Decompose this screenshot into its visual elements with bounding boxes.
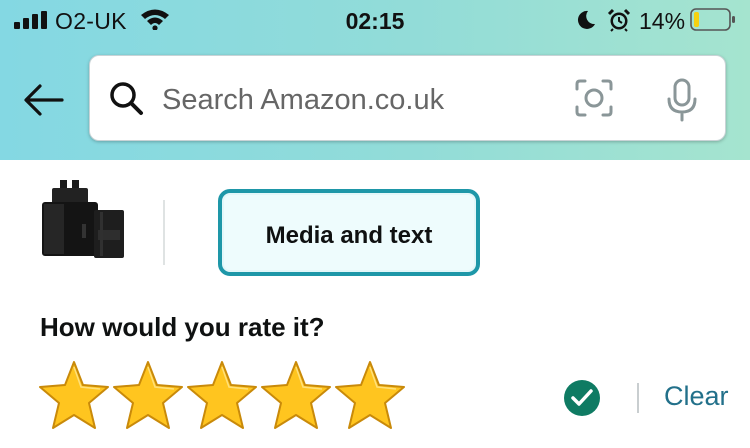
alarm-icon: [607, 8, 631, 32]
moon-icon: [577, 10, 595, 29]
star-5-icon[interactable]: [334, 360, 406, 430]
microphone-icon[interactable]: [666, 78, 698, 122]
search-icon: [110, 82, 143, 115]
star-4-icon[interactable]: [260, 360, 332, 430]
back-arrow-icon[interactable]: [22, 80, 66, 120]
status-bar: O2-UK 02:15 14%: [0, 0, 750, 42]
divider: [637, 383, 639, 413]
media-and-text-button[interactable]: Media and text: [218, 189, 480, 276]
star-1-icon[interactable]: [38, 360, 110, 430]
search-bar[interactable]: [89, 55, 726, 141]
check-icon: [564, 380, 600, 416]
battery-icon: [690, 8, 735, 31]
media-and-text-label: Media and text: [265, 222, 433, 249]
clock: 02:15: [345, 8, 405, 34]
star-2-icon[interactable]: [112, 360, 184, 430]
divider: [163, 200, 165, 265]
clear-rating-button[interactable]: Clear: [664, 381, 729, 412]
rating-question: How would you rate it?: [40, 312, 325, 342]
star-rating: [38, 360, 418, 432]
camera-icon[interactable]: [574, 78, 614, 118]
product-thumbnail: [42, 180, 124, 258]
search-input[interactable]: [162, 80, 542, 120]
star-3-icon[interactable]: [186, 360, 258, 430]
battery-percent: 14%: [639, 8, 686, 34]
